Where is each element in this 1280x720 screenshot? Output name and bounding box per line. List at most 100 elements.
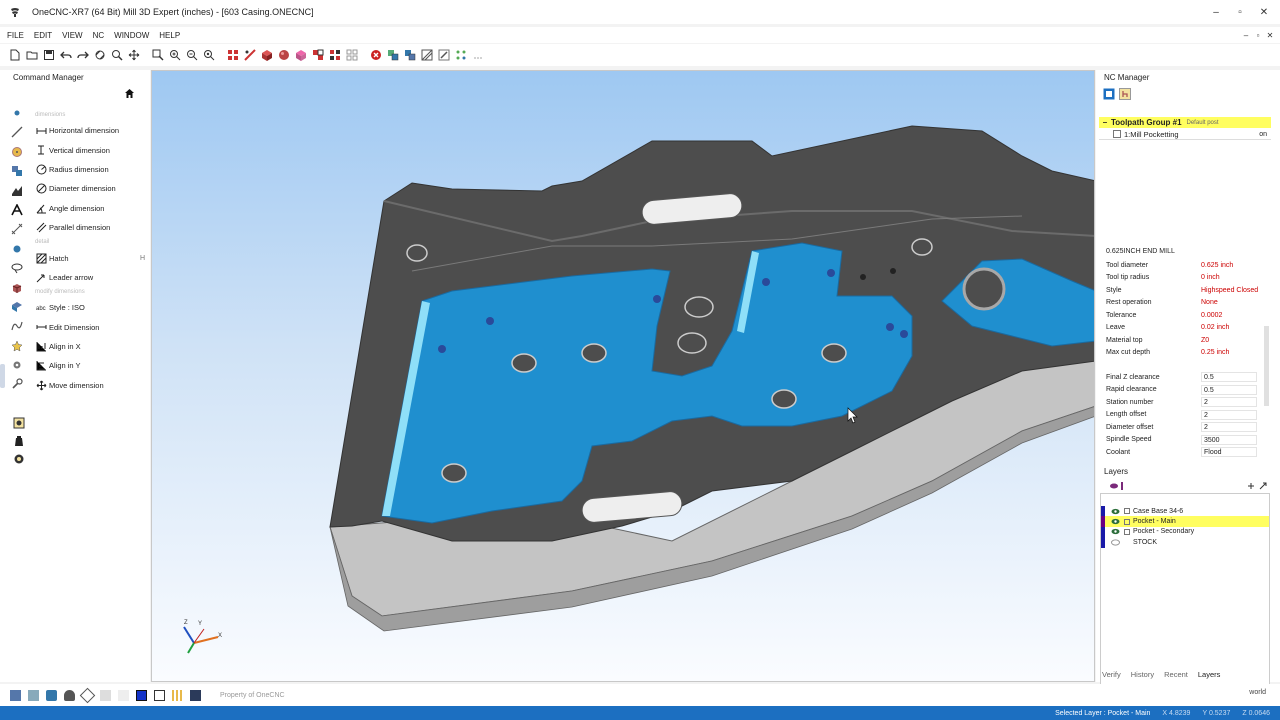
cmd-horizontal-dimension[interactable]: Horizontal dimension [35, 121, 145, 140]
frame-view-icon[interactable] [150, 688, 168, 702]
tab-verify[interactable]: Verify [1102, 670, 1121, 679]
layer-row[interactable]: Pocket - Secondary [1101, 526, 1269, 538]
more-icon[interactable] [469, 47, 486, 64]
properties-scrollbar[interactable] [1264, 246, 1269, 456]
app-icon[interactable] [8, 5, 22, 19]
line-icon[interactable] [10, 125, 24, 139]
quad-view-icon[interactable] [326, 47, 343, 64]
modify-icon[interactable] [10, 184, 24, 198]
solid-icon[interactable] [275, 47, 292, 64]
station-number-field[interactable]: 2 [1201, 397, 1257, 408]
view-iso-icon[interactable] [6, 688, 24, 702]
length-offset-field[interactable]: 2 [1201, 409, 1257, 420]
visible-eye-icon[interactable] [1111, 518, 1120, 525]
home-icon[interactable] [124, 88, 135, 99]
circle-icon[interactable] [10, 145, 24, 159]
cmd-radius-dimension[interactable]: Radius dimension [35, 160, 145, 179]
prop-row[interactable]: Max cut depth 0.25 inch [1106, 347, 1270, 360]
layer-checkbox[interactable] [1124, 508, 1130, 515]
prop-row[interactable]: Rest operation None [1106, 297, 1270, 310]
final-z-clearance-field[interactable]: 0.5 [1201, 372, 1257, 383]
collapse-icon[interactable]: – [1099, 118, 1111, 127]
tab-history[interactable]: History [1131, 670, 1154, 679]
menu-view[interactable]: VIEW [57, 31, 87, 40]
prop-row[interactable]: Tool tip radius 0 inch [1106, 272, 1270, 285]
diameter-offset-field[interactable]: 2 [1201, 422, 1257, 433]
snap-icon[interactable] [452, 47, 469, 64]
stop-icon[interactable] [367, 47, 384, 64]
hidden-eye-icon[interactable] [1111, 539, 1120, 546]
cmd-move-dimension[interactable]: Move dimension [35, 376, 145, 395]
tool-holder-icon[interactable] [12, 416, 26, 430]
layer-checkbox[interactable] [1124, 539, 1130, 545]
prop-row[interactable]: Tolerance 0.0002 [1106, 309, 1270, 322]
lasso-icon[interactable] [10, 261, 24, 275]
tool-library-icon[interactable] [1119, 88, 1131, 100]
visible-eye-icon[interactable] [1111, 528, 1120, 535]
measure-icon[interactable] [241, 47, 258, 64]
cmd-angle-dimension[interactable]: Angle dimension [35, 199, 145, 218]
pan-icon[interactable] [125, 47, 142, 64]
mesh-icon[interactable] [10, 300, 24, 314]
layers-view-icon[interactable] [309, 47, 326, 64]
rotate-icon[interactable] [91, 47, 108, 64]
open-folder-icon[interactable] [23, 47, 40, 64]
restore-button[interactable]: ▫ [1228, 7, 1252, 18]
3d-viewport[interactable]: Y Z X [151, 70, 1095, 682]
part-model[interactable] [152, 71, 1095, 682]
redo-icon[interactable] [74, 47, 91, 64]
layer-checkbox[interactable] [1124, 518, 1130, 525]
menu-help[interactable]: HELP [154, 31, 185, 40]
cmd-diameter-dimension[interactable]: Diameter dimension [35, 179, 145, 198]
tab-layers[interactable]: Layers [1198, 670, 1221, 679]
star-icon[interactable] [10, 339, 24, 353]
view-wire-icon[interactable] [78, 687, 96, 703]
text-icon[interactable] [10, 203, 24, 217]
toolpath-group-row[interactable]: – Toolpath Group #1 Default post [1099, 117, 1271, 128]
striped-view-icon[interactable] [168, 688, 186, 702]
doc-minimize-button[interactable]: – [1240, 31, 1252, 40]
cmd-leader-arrow[interactable]: Leader arrow [35, 268, 145, 287]
rapid-clearance-field[interactable]: 0.5 [1201, 384, 1257, 395]
doc-close-button[interactable]: ✕ [1264, 31, 1276, 40]
sphere-icon[interactable] [10, 242, 24, 256]
blue-view-icon[interactable] [132, 688, 150, 702]
gear-icon[interactable] [10, 358, 24, 372]
copy-icon[interactable] [384, 47, 401, 64]
visible-eye-icon[interactable] [1111, 508, 1120, 515]
tab-recent[interactable]: Recent [1164, 670, 1188, 679]
toolpath-icon[interactable] [1103, 88, 1115, 100]
view-render-icon[interactable] [96, 688, 114, 702]
cmd-edit-dimension[interactable]: Edit Dimension [35, 318, 145, 337]
transform-icon[interactable] [401, 47, 418, 64]
scale-icon[interactable] [435, 47, 452, 64]
view-grid-icon[interactable] [224, 47, 241, 64]
zoom-in-icon[interactable] [166, 47, 183, 64]
prop-row[interactable]: Tool diameter 0.625 inch [1106, 259, 1270, 272]
close-button[interactable]: ✕ [1252, 7, 1276, 18]
prop-row[interactable]: Leave 0.02 inch [1106, 322, 1270, 335]
minimize-button[interactable]: – [1204, 7, 1228, 18]
surface-icon[interactable] [10, 164, 24, 178]
layer-row[interactable]: STOCK [1101, 537, 1269, 548]
layer-checkbox[interactable] [1124, 528, 1130, 535]
cmd-align-in-y[interactable]: Align in Y [35, 356, 145, 375]
machine-icon[interactable] [12, 434, 26, 448]
doc-restore-button[interactable]: ▫ [1252, 31, 1264, 40]
view-side-icon[interactable] [60, 688, 78, 702]
point-icon[interactable] [10, 106, 24, 120]
shade-icon[interactable] [258, 47, 275, 64]
menu-nc[interactable]: NC [88, 31, 110, 40]
operation-row[interactable]: 1:Mill Pocketting on [1099, 129, 1271, 140]
grid-outline-icon[interactable] [343, 47, 360, 64]
box-icon[interactable] [292, 47, 309, 64]
zoom-out-icon[interactable] [183, 47, 200, 64]
coolant-field[interactable]: Flood [1201, 447, 1257, 458]
wrench-icon[interactable] [10, 377, 24, 391]
render-view-icon[interactable] [186, 688, 204, 702]
dimension-icon[interactable] [10, 222, 24, 236]
mirror-icon[interactable] [418, 47, 435, 64]
new-file-icon[interactable] [6, 47, 23, 64]
left-panel-grip[interactable] [0, 364, 5, 388]
view-front-icon[interactable] [24, 688, 42, 702]
